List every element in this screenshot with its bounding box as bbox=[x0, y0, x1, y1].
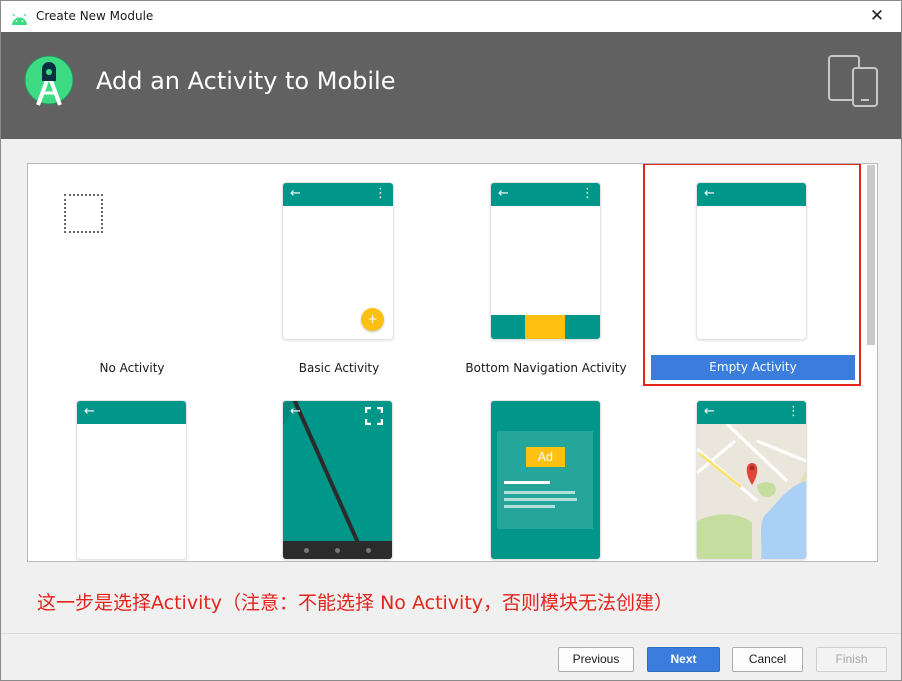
back-arrow-icon: ← bbox=[290, 186, 301, 201]
dialog-footer: Previous Next Cancel Finish bbox=[1, 633, 901, 680]
maps-preview: ← ⋮ bbox=[697, 401, 806, 559]
app-bar: ← ⋮ bbox=[283, 183, 393, 206]
bottom-navigation-preview: ← ⋮ bbox=[491, 183, 600, 339]
back-arrow-icon: ← bbox=[704, 404, 715, 419]
window-title: Create New Module bbox=[36, 9, 154, 23]
page-title: Add an Activity to Mobile bbox=[96, 67, 396, 95]
ad-text-line bbox=[504, 481, 550, 484]
dashed-square-icon bbox=[64, 194, 103, 233]
map-illustration bbox=[697, 422, 806, 559]
overflow-menu-icon: ⋮ bbox=[581, 186, 594, 201]
ad-text-line bbox=[504, 505, 555, 508]
tile-bottom-navigation-activity[interactable]: ← ⋮ Bottom Navigation Activity bbox=[442, 164, 650, 383]
tile-fullscreen-empty[interactable]: ← bbox=[28, 383, 236, 561]
tile-no-activity[interactable]: No Activity bbox=[28, 164, 236, 383]
title-bar: Create New Module ✕ bbox=[1, 1, 901, 32]
activity-gallery: No Activity ← ⋮ + Basic Activity ← ⋮ Bot… bbox=[27, 163, 878, 562]
ad-card: Ad bbox=[497, 431, 593, 529]
empty-preview: ← bbox=[77, 401, 186, 559]
next-button[interactable]: Next bbox=[647, 647, 720, 672]
cancel-button[interactable]: Cancel bbox=[732, 647, 803, 672]
header-banner: Add an Activity to Mobile bbox=[1, 32, 901, 139]
bottom-nav-bar bbox=[491, 315, 600, 339]
basic-activity-preview: ← ⋮ + bbox=[283, 183, 393, 339]
tile-fullscreen-activity[interactable]: ← bbox=[235, 383, 443, 561]
app-bar: ← bbox=[77, 401, 186, 424]
previous-button[interactable]: Previous bbox=[558, 647, 634, 672]
finish-button[interactable]: Finish bbox=[816, 647, 887, 672]
back-arrow-icon: ← bbox=[290, 404, 301, 419]
overflow-menu-icon: ⋮ bbox=[787, 404, 800, 419]
fullscreen-icon bbox=[365, 407, 383, 425]
overflow-menu-icon: ⋮ bbox=[374, 186, 387, 201]
system-nav-bar bbox=[283, 541, 392, 559]
ad-preview: Ad bbox=[491, 401, 600, 559]
gallery-scrollbar[interactable] bbox=[866, 165, 876, 560]
tile-label: No Activity bbox=[99, 361, 165, 375]
dialog-window: Create New Module ✕ Add an Activity to M… bbox=[0, 0, 902, 681]
fullscreen-preview: ← bbox=[283, 401, 392, 559]
app-bar: ← ⋮ bbox=[491, 183, 600, 206]
tile-maps-activity[interactable]: ← ⋮ bbox=[649, 383, 857, 561]
tile-label: Bottom Navigation Activity bbox=[465, 361, 627, 375]
fab-icon: + bbox=[361, 308, 384, 331]
annotation-note: 这一步是选择Activity（注意：不能选择 No Activity，否则模块无… bbox=[37, 592, 674, 614]
ad-text-line bbox=[504, 498, 577, 501]
scrollbar-thumb[interactable] bbox=[867, 165, 875, 345]
ad-text-line bbox=[504, 491, 575, 494]
back-arrow-icon: ← bbox=[84, 404, 95, 419]
back-arrow-icon: ← bbox=[498, 186, 509, 201]
close-icon[interactable]: ✕ bbox=[863, 3, 891, 29]
android-icon bbox=[11, 10, 28, 29]
tile-basic-activity[interactable]: ← ⋮ + Basic Activity bbox=[235, 164, 443, 383]
app-bar: ← ⋮ bbox=[697, 401, 806, 424]
tile-label: Basic Activity bbox=[298, 361, 380, 375]
android-studio-icon bbox=[24, 55, 74, 111]
tile-ad-activity[interactable]: Ad bbox=[442, 383, 650, 561]
devices-icon bbox=[827, 54, 881, 112]
bottom-nav-selected-item bbox=[525, 315, 565, 339]
selection-highlight bbox=[643, 164, 861, 386]
ad-badge: Ad bbox=[526, 447, 565, 467]
